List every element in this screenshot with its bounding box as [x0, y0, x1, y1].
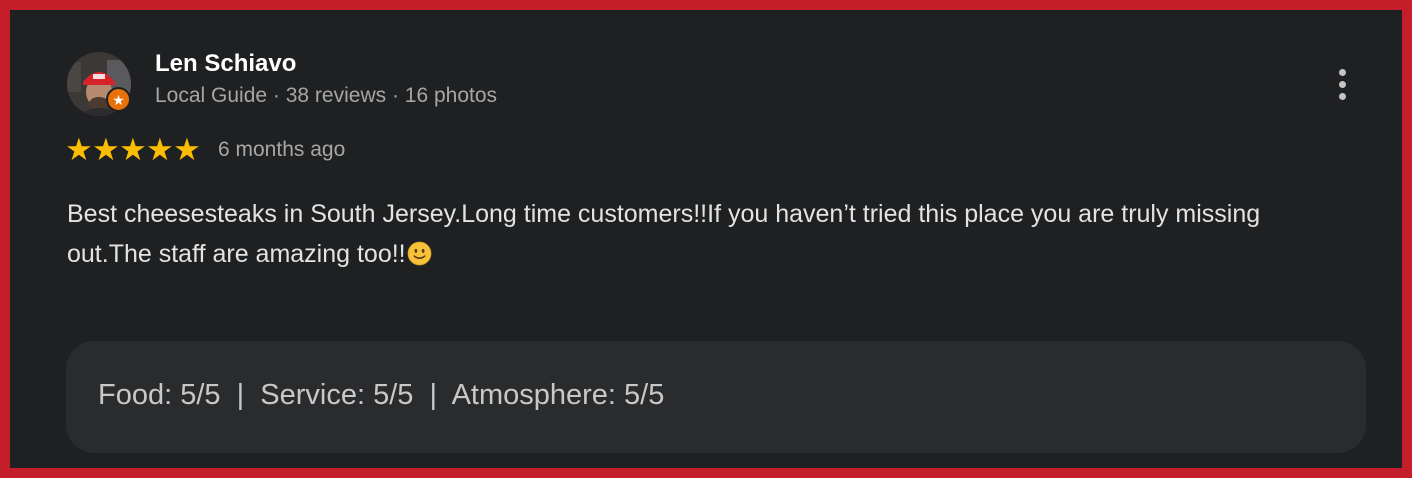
star-icon: ★	[146, 132, 174, 168]
reviewer-meta[interactable]: Local Guide · 38 reviews · 16 photos	[155, 84, 497, 108]
review-body: Best cheesesteaks in South Jersey.Long t…	[67, 200, 1261, 268]
reviewer-name[interactable]: Len Schiavo	[155, 50, 296, 78]
smiling-face-emoji	[407, 241, 431, 266]
review-time: 6 months ago	[218, 138, 346, 161]
star-icon: ★	[92, 132, 120, 168]
ratings-summary: Food: 5/5 | Service: 5/5 | Atmosphere: 5…	[66, 341, 1366, 453]
more-vert-icon-dot	[1338, 92, 1346, 100]
local-guide-badge: ★	[106, 87, 131, 112]
more-options-button[interactable]	[1326, 60, 1358, 108]
more-vert-icon	[1338, 68, 1346, 76]
more-vert-icon-dot	[1338, 80, 1346, 88]
ratings-summary-text: Food: 5/5 | Service: 5/5 | Atmosphere: 5…	[98, 379, 665, 411]
star-icon: ★	[112, 91, 125, 108]
star-icon: ★	[173, 132, 201, 168]
star-icon: ★	[65, 132, 93, 168]
review-card: ★ Len Schiavo Local Guide · 38 reviews ·…	[0, 0, 1412, 478]
star-rating: ★ ★ ★ ★ ★	[65, 132, 201, 168]
review-text: Best cheesesteaks in South Jersey.Long t…	[67, 194, 1327, 274]
star-icon: ★	[119, 132, 147, 168]
